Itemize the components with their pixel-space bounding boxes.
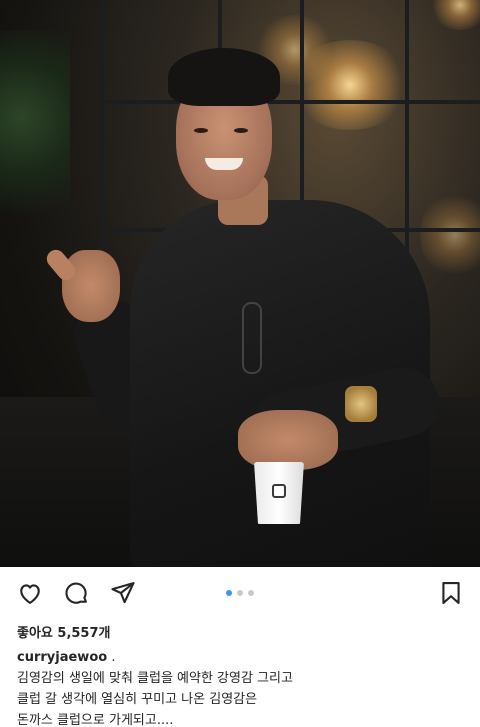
- bookmark-outline-icon: [442, 582, 460, 604]
- post-caption: curryjaewoo . 김영감의 생일에 맞춰 클럽을 예약한 강영감 그리…: [17, 647, 467, 727]
- caption-line: 김영감의 생일에 맞춰 클럽을 예약한 강영감 그리고: [17, 671, 293, 686]
- paper-plane-icon: [111, 582, 135, 604]
- username-suffix: .: [107, 650, 116, 665]
- save-button[interactable]: [436, 578, 466, 608]
- username-link[interactable]: curryjaewoo: [17, 650, 107, 665]
- person-eye: [194, 128, 208, 133]
- window-transom: [100, 100, 480, 104]
- plant-foliage: [0, 30, 70, 250]
- like-button[interactable]: [15, 578, 45, 608]
- carousel-dot-active: [226, 590, 232, 596]
- person-hair: [168, 48, 280, 106]
- caption-line: 돈까스 클럽으로 가게되고....: [17, 713, 174, 727]
- caption-header-line: curryjaewoo .: [17, 647, 467, 668]
- person-eye: [234, 128, 248, 133]
- cup-logo: [272, 484, 286, 498]
- person-right-hand: [238, 410, 338, 470]
- carousel-indicator: [226, 590, 254, 596]
- comment-button[interactable]: [61, 578, 91, 608]
- sunglasses: [242, 302, 262, 374]
- comment-bubble-icon: [65, 582, 87, 604]
- post-photo[interactable]: [0, 0, 480, 567]
- like-count[interactable]: 좋아요 5,557개: [17, 622, 111, 641]
- carousel-dot: [248, 590, 254, 596]
- person-smile: [205, 158, 243, 170]
- carousel-dot: [237, 590, 243, 596]
- person-thumbs-up-hand: [62, 250, 120, 322]
- share-button[interactable]: [108, 578, 138, 608]
- caption-line: 클럽 갈 생각에 열심히 꾸미고 나온 김영감은: [17, 692, 258, 707]
- wristwatch: [345, 386, 377, 422]
- heart-outline-icon: [20, 584, 40, 604]
